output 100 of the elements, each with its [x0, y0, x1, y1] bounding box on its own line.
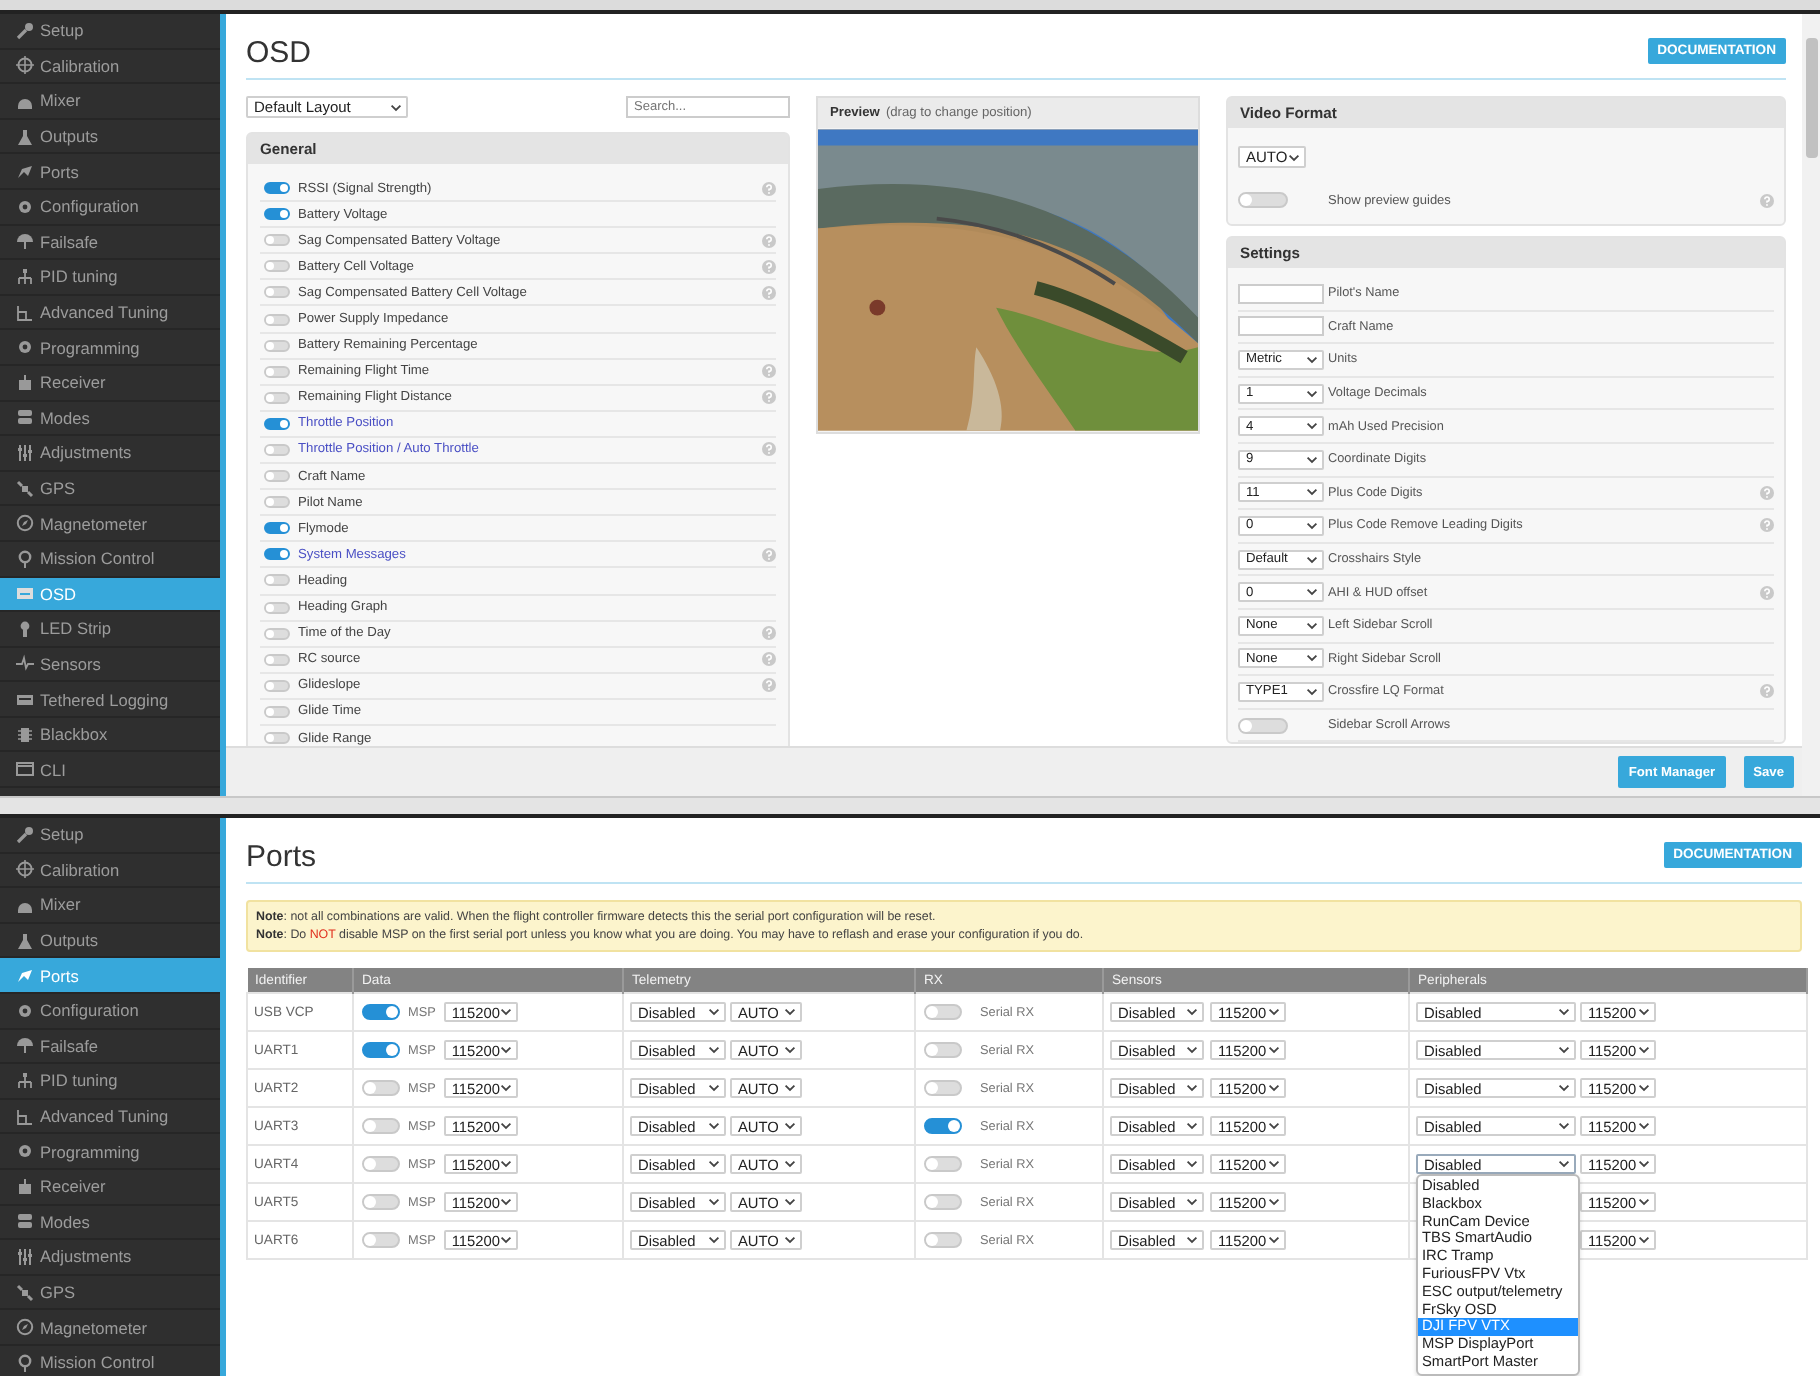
toggle-switch[interactable]	[362, 1080, 400, 1096]
caret-icon	[1268, 1046, 1280, 1054]
toggle-switch[interactable]	[264, 365, 290, 378]
toggle-switch[interactable]	[924, 1232, 962, 1248]
toggle-switch[interactable]	[1238, 717, 1288, 734]
sidebar-item[interactable]: Outputs	[0, 119, 220, 155]
toggle-switch[interactable]	[264, 496, 290, 509]
sidebar-item[interactable]: GPS	[0, 1275, 220, 1311]
toggle-switch[interactable]	[362, 1004, 400, 1020]
sidebar-item[interactable]: Modes	[0, 401, 220, 437]
sidebar-item[interactable]: Adjustments	[0, 1240, 220, 1276]
toggle-switch[interactable]	[264, 313, 290, 326]
sidebar-item[interactable]: Advanced Tuning	[0, 1099, 220, 1135]
toggle-switch[interactable]	[264, 470, 290, 483]
gear-icon	[16, 1142, 34, 1161]
sidebar-item[interactable]: PID tuning	[0, 260, 220, 296]
caret-icon	[1268, 1198, 1280, 1206]
toggle-switch[interactable]	[264, 627, 290, 640]
sidebar-item[interactable]: Programming	[0, 1134, 220, 1170]
sidebar-item[interactable]: Calibration	[0, 853, 220, 889]
sidebar-item[interactable]: Magnetometer	[0, 1310, 220, 1346]
caret-icon	[708, 1198, 720, 1206]
caret-icon	[784, 1084, 796, 1092]
toggle-switch[interactable]	[264, 391, 290, 404]
sidebar-item[interactable]: Receiver	[0, 1169, 220, 1206]
sidebar-item[interactable]: Mixer	[0, 84, 220, 120]
toggle-switch[interactable]	[362, 1042, 400, 1058]
sidebar-item[interactable]: Failsafe	[0, 225, 220, 261]
input-field[interactable]	[1238, 316, 1324, 337]
toggle-switch[interactable]	[264, 286, 290, 299]
sidebar-item[interactable]: Advanced Tuning	[0, 295, 220, 331]
caret-icon	[1186, 1084, 1198, 1092]
caret-icon	[1288, 153, 1300, 161]
toggle-switch[interactable]	[924, 1194, 962, 1210]
sidebar-item[interactable]: Modes	[0, 1205, 220, 1241]
sidebar-item[interactable]: Ports	[0, 154, 220, 190]
toggle-switch[interactable]	[924, 1156, 962, 1172]
toggle-switch[interactable]	[264, 548, 290, 561]
toggle-switch[interactable]	[924, 1042, 962, 1058]
sidebar-item[interactable]: Magnetometer	[0, 506, 220, 542]
toggle-switch[interactable]	[362, 1118, 400, 1134]
sidebar-item[interactable]: Blackbox	[0, 717, 220, 753]
caret-icon	[1186, 1236, 1198, 1244]
sidebar-item[interactable]: Programming	[0, 330, 220, 366]
toggle-switch[interactable]	[264, 208, 290, 221]
sidebar-item[interactable]: Configuration	[0, 189, 220, 226]
tray-icon	[16, 690, 34, 709]
toggle-switch[interactable]	[362, 1232, 400, 1248]
sidebar-item[interactable]: LED Strip	[0, 612, 220, 648]
caret-icon	[708, 1008, 720, 1016]
caret-icon	[708, 1160, 720, 1168]
caret-icon	[1186, 1122, 1198, 1130]
sidebar-item[interactable]: Receiver	[0, 365, 220, 402]
caret-icon	[1638, 1084, 1650, 1092]
toggle-switch[interactable]	[264, 234, 290, 247]
toggle-switch[interactable]	[362, 1194, 400, 1210]
sidebar-item[interactable]: Configuration	[0, 993, 220, 1030]
toggle-switch[interactable]	[264, 574, 290, 587]
sidebar-item[interactable]: Mixer	[0, 888, 220, 924]
toggle-switch[interactable]	[1238, 192, 1288, 208]
caret-icon	[1638, 1236, 1650, 1244]
sidebar-item[interactable]: Failsafe	[0, 1029, 220, 1065]
caret-icon	[1558, 1046, 1570, 1054]
toggle-switch[interactable]	[924, 1004, 962, 1020]
sidebar-item[interactable]: Calibration	[0, 49, 220, 85]
sidebar-item[interactable]: Tethered Logging	[0, 682, 220, 718]
toggle-switch[interactable]	[362, 1156, 400, 1172]
pulse-icon	[16, 654, 34, 673]
toggle-switch[interactable]	[264, 443, 290, 456]
sidebar-item[interactable]: CLI	[0, 752, 220, 789]
sidebar-item[interactable]: Setup	[0, 14, 220, 50]
sidebar-item[interactable]: Mission Control	[0, 1345, 220, 1376]
toggle-switch[interactable]	[264, 732, 290, 745]
toggle-switch[interactable]	[264, 522, 290, 535]
toggle-switch[interactable]	[264, 705, 290, 718]
sidebar-item[interactable]: GPS	[0, 471, 220, 507]
sidebar-item[interactable]: Sensors	[0, 647, 220, 683]
input-field[interactable]	[1238, 283, 1324, 304]
hierarchy-icon	[16, 1071, 34, 1090]
toggle-switch[interactable]	[924, 1118, 962, 1134]
crosshair-icon	[16, 56, 34, 75]
toggle-switch[interactable]	[264, 417, 290, 430]
sidebar-item[interactable]: PID tuning	[0, 1064, 220, 1100]
toggle-switch[interactable]	[264, 339, 290, 352]
toggle-switch[interactable]	[264, 679, 290, 692]
caret-icon	[1306, 422, 1318, 431]
caret-icon	[1306, 355, 1318, 364]
toggle-switch[interactable]	[264, 182, 290, 195]
caret-icon	[1306, 654, 1318, 663]
sidebar-item[interactable]: Setup	[0, 818, 220, 854]
caret-icon	[1268, 1008, 1280, 1016]
caret-icon	[1638, 1160, 1650, 1168]
scrollbar[interactable]	[1802, 14, 1820, 796]
toggle-switch[interactable]	[924, 1080, 962, 1096]
sidebar-item[interactable]: Adjustments	[0, 436, 220, 472]
toggle-switch[interactable]	[264, 653, 290, 666]
toggles-icon	[16, 408, 34, 427]
toggle-switch[interactable]	[264, 601, 290, 614]
caret-icon	[1186, 1160, 1198, 1168]
toggle-switch[interactable]	[264, 260, 290, 273]
